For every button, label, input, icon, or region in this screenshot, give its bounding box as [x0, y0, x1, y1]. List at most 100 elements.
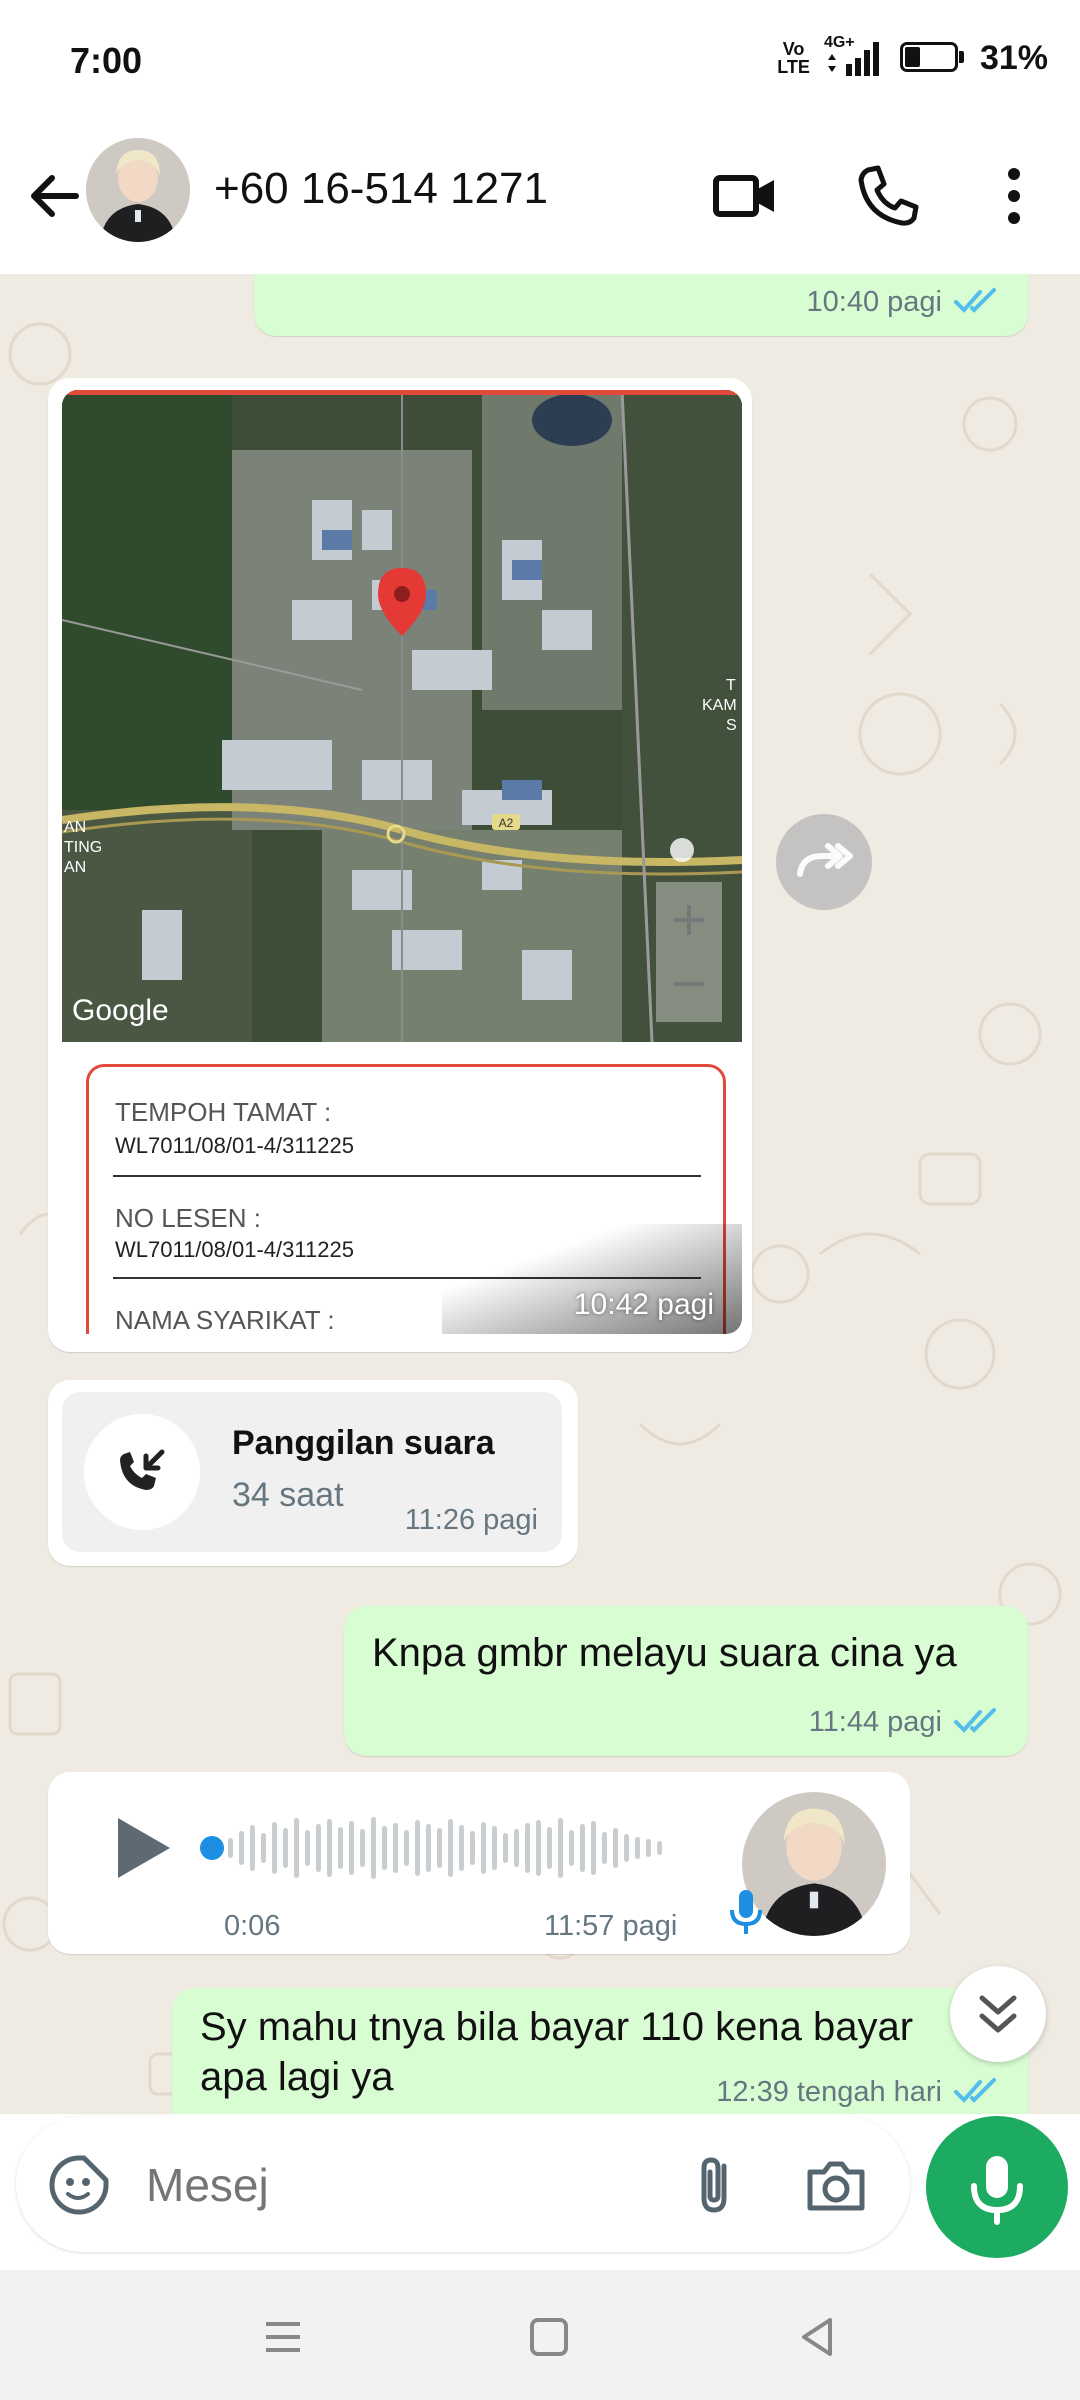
waveform-bar [657, 1841, 662, 1855]
read-receipt-icon [954, 288, 996, 313]
doc-value: WL7011/08/01-4/311225 [115, 1133, 354, 1158]
incoming-call-message[interactable]: Panggilan suara 34 saat 11:26 pagi [48, 1380, 578, 1566]
doc-label: NO LESEN : [115, 1203, 261, 1233]
message-time: 10:40 pagi [806, 286, 942, 318]
waveform-bar [404, 1830, 409, 1866]
message-time: 10:42 pagi [573, 1288, 714, 1321]
google-logo: Google [72, 994, 169, 1027]
back-nav-button[interactable] [790, 2310, 844, 2364]
call-duration: 34 saat [232, 1476, 344, 1514]
message-input[interactable] [144, 2150, 668, 2220]
voice-mic-icon [726, 1886, 766, 1938]
waveform-bar [349, 1821, 354, 1875]
waveform-bar [481, 1822, 486, 1874]
status-bar: 7:00 Vo LTE 4G+ 31% [0, 0, 1080, 126]
waveform-bar [327, 1819, 332, 1877]
call-title: Panggilan suara [232, 1424, 495, 1462]
map-edge-label: AN [64, 859, 86, 876]
waveform-bar [250, 1825, 255, 1871]
document-image[interactable]: TEMPOH TAMAT : WL7011/08/01-4/311225 NO … [62, 1042, 742, 1334]
waveform-bar [228, 1838, 233, 1858]
waveform-bar [624, 1834, 629, 1862]
call-card[interactable]: Panggilan suara 34 saat 11:26 pagi [62, 1392, 562, 1552]
waveform-bar [646, 1839, 651, 1857]
waveform-bar [569, 1830, 574, 1866]
map-edge-label: KAM [702, 697, 737, 714]
waveform-bar [591, 1821, 596, 1875]
waveform-bar [338, 1827, 343, 1869]
voice-duration: 0:06 [224, 1910, 281, 1942]
menu-nav-button[interactable] [256, 2310, 310, 2364]
play-button[interactable] [102, 1808, 182, 1888]
map-edge-label: T [726, 677, 736, 694]
waveform-bar [602, 1832, 607, 1864]
waveform-bar [437, 1828, 442, 1868]
waveform-bar [261, 1833, 266, 1863]
battery-icon [899, 40, 966, 76]
waveform-bar [492, 1826, 497, 1870]
waveform-bar [393, 1823, 398, 1873]
waveform-bar [459, 1825, 464, 1871]
outgoing-message-bubble[interactable]: 10:40 pagi [254, 274, 1028, 336]
waveform-bar [514, 1829, 519, 1867]
waveform-bar [305, 1830, 310, 1866]
waveform-bar [580, 1824, 585, 1872]
waveform-bar [294, 1818, 299, 1878]
waveform-bar [635, 1837, 640, 1859]
incoming-voice-message[interactable]: 0:06 11:57 pagi [48, 1772, 910, 1954]
waveform-bar [316, 1824, 321, 1872]
waveform-bar [272, 1822, 277, 1874]
forward-button[interactable] [776, 814, 872, 910]
map-edge-label: AN [64, 819, 86, 836]
double-chevron-down-icon [979, 1995, 1017, 2033]
road-label: A2 [499, 816, 514, 830]
back-arrow-icon[interactable] [22, 164, 86, 228]
map-image[interactable]: A2 AN TING AN T KAM S Google [62, 390, 742, 1042]
waveform-bar [283, 1828, 288, 1868]
missed-call-icon [84, 1414, 200, 1530]
incoming-image-message[interactable]: A2 AN TING AN T KAM S Google TEMPOH TAMA… [48, 378, 752, 1352]
waveform-bar [426, 1824, 431, 1872]
home-nav-button[interactable] [522, 2310, 576, 2364]
sticker-icon[interactable] [46, 2152, 112, 2218]
signal-icon: 4G+ [824, 34, 886, 78]
chat-area[interactable]: 10:40 pagi A2 AN TING AN T KAM S Google … [0, 274, 1080, 2114]
message-text: Knpa gmbr melayu suara cina ya [372, 1631, 957, 1675]
map-edge-label: TING [64, 839, 102, 856]
play-icon [118, 1818, 170, 1878]
camera-icon[interactable] [800, 2150, 872, 2220]
phone-call-icon[interactable] [852, 160, 924, 232]
message-time: 11:57 pagi [544, 1910, 678, 1942]
outgoing-message-bubble[interactable]: Knpa gmbr melayu suara cina ya 11:44 pag… [344, 1606, 1028, 1756]
video-call-icon[interactable] [710, 160, 782, 232]
scroll-to-bottom-button[interactable] [950, 1966, 1046, 2062]
waveform-bar [503, 1833, 508, 1863]
volte-indicator: Vo LTE [777, 39, 810, 77]
waveform-bar [382, 1826, 387, 1870]
message-time: 12:39 tengah hari [716, 2076, 942, 2108]
waveform-bar [371, 1817, 376, 1879]
attach-icon[interactable] [680, 2150, 750, 2220]
microphone-icon [971, 2156, 1023, 2225]
message-text: Sy mahu tnya bila bayar 110 kena bayar [200, 2005, 914, 2049]
contact-avatar[interactable] [86, 138, 190, 242]
waveform-bar [470, 1831, 475, 1865]
waveform-bar [558, 1818, 563, 1878]
message-time: 11:26 pagi [404, 1504, 538, 1536]
contact-name[interactable]: +60 16-514 1271 [214, 164, 548, 214]
voice-record-button[interactable] [926, 2116, 1068, 2258]
map-edge-label: S [726, 717, 737, 734]
waveform-bar [360, 1829, 365, 1867]
more-options-icon[interactable] [978, 160, 1050, 232]
waveform-bar [415, 1820, 420, 1876]
doc-label: TEMPOH TAMAT : [115, 1097, 332, 1127]
outgoing-message-bubble[interactable]: Sy mahu tnya bila bayar 110 kena bayar a… [172, 1988, 1028, 2114]
waveform-bar [448, 1819, 453, 1877]
battery-percent: 31% [979, 38, 1048, 77]
doc-value: WL7011/08/01-4/311225 [115, 1237, 354, 1262]
voice-seek-slider[interactable] [200, 1808, 740, 1888]
read-receipt-icon [954, 1708, 996, 1733]
forward-icon [797, 843, 853, 877]
seek-thumb [200, 1836, 224, 1860]
chat-header: +60 16-514 1271 [0, 126, 1080, 275]
